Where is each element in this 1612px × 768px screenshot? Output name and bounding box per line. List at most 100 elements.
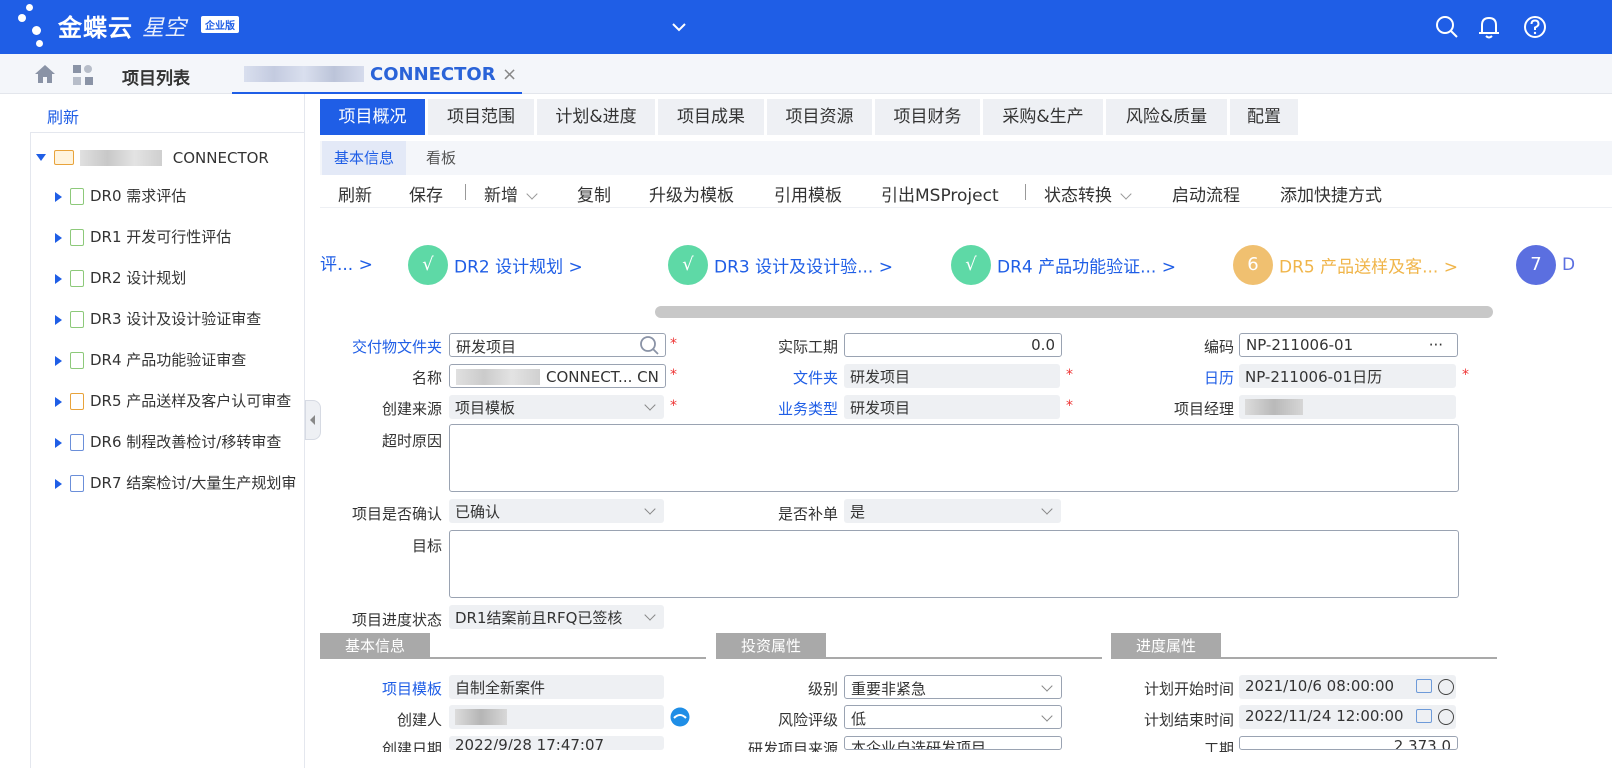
confirmed-select[interactable]: 已确认 [449,499,664,523]
file-folder-label[interactable]: 文件夹 [740,367,838,388]
refresh-button[interactable]: 刷新 [338,181,372,206]
tab-risk[interactable]: 风险&质量 [1106,99,1227,135]
caret-right-icon[interactable] [55,232,62,243]
caret-right-icon[interactable] [55,273,62,284]
tab-project-list[interactable]: 项目列表 [122,64,190,89]
tree-item-dr1[interactable]: DR1 开发可行性评估 [55,226,231,248]
template-label[interactable]: 项目模板 [340,678,442,699]
name-input[interactable]: CONNECT... CN [449,364,666,388]
status-transition-button[interactable]: 状态转换 [1044,181,1132,206]
progress-status-select[interactable]: DR1结案前且RFQ已签核 [449,605,664,629]
section-title: 投资属性 [716,633,827,657]
home-icon[interactable] [34,64,56,84]
chevron-down-icon [1041,680,1053,692]
caret-right-icon[interactable] [55,396,62,407]
risk-select[interactable]: 低 [844,705,1062,729]
sidebar-collapse-handle[interactable] [305,400,321,440]
tab-deliverables[interactable]: 项目成果 [658,99,764,135]
plan-end-field[interactable]: 2022/11/24 12:00:00 [1239,705,1456,729]
step-dr6[interactable]: 7D [1516,245,1612,285]
create-date-label: 创建日期 [340,738,442,752]
step-dr5[interactable]: 6 DR5 产品送样及客... > [1233,245,1458,285]
tab-plan[interactable]: 计划&进度 [537,99,655,135]
goal-textarea[interactable] [449,530,1459,598]
close-tab-icon[interactable]: × [502,64,517,85]
supplement-value: 是 [850,503,866,521]
tab-config[interactable]: 配置 [1230,99,1298,135]
chevron-left-icon[interactable] [306,401,320,439]
step-dr1[interactable]: 评... > [320,245,373,285]
overtime-textarea[interactable] [449,424,1459,492]
checklist-icon [70,475,84,492]
search-icon[interactable] [639,335,661,355]
tree-root-node[interactable]: CONNECTOR [36,148,269,168]
chevron-down-icon[interactable] [670,18,688,36]
tab-finance[interactable]: 项目财务 [875,99,980,135]
folder-input[interactable]: 研发项目 [449,333,666,357]
actual-period-input[interactable]: 0.0 [844,333,1062,357]
clock-icon[interactable] [1438,709,1454,725]
clock-icon[interactable] [1438,679,1454,695]
contact-icon[interactable] [669,707,691,727]
caret-right-icon[interactable] [55,191,62,202]
tree-root-label: CONNECTOR [172,148,269,167]
tree-item-dr5[interactable]: DR5 产品送样及客户认可审查 [55,390,291,412]
level-select[interactable]: 重要非紧急 [844,675,1062,699]
tree-item-dr4[interactable]: DR4 产品功能验证审查 [55,349,246,371]
steps-scrollbar[interactable] [655,306,1493,318]
save-button[interactable]: 保存 [409,181,443,206]
caret-right-icon[interactable] [55,355,62,366]
bell-icon[interactable] [1476,14,1502,40]
calendar-icon[interactable] [1416,679,1432,693]
top-bar: 金蝶云 星空 企业版 [0,0,1612,54]
upgrade-template-button[interactable]: 升级为模板 [649,181,734,206]
plan-start-field[interactable]: 2021/10/6 08:00:00 [1239,675,1456,699]
creator-field [449,705,664,729]
source-select[interactable]: 项目模板 [449,395,664,419]
start-flow-button[interactable]: 启动流程 [1172,181,1240,206]
subtab-basic-info[interactable]: 基本信息 [322,141,407,175]
tree-item-dr0[interactable]: DR0 需求评估 [55,185,186,207]
help-icon[interactable] [1522,14,1548,40]
more-icon[interactable]: ··· [1429,336,1443,354]
add-button[interactable]: 新增 [484,181,538,206]
add-shortcut-button[interactable]: 添加快捷方式 [1280,181,1382,206]
apps-icon[interactable] [72,64,94,86]
code-label: 编码 [1203,338,1234,356]
step-label: DR3 设计及设计验... > [714,257,893,278]
tab-overview[interactable]: 项目概况 [320,99,425,135]
caret-down-icon[interactable] [36,154,46,161]
tree-item-dr2[interactable]: DR2 设计规划 [55,267,186,289]
rd-source-select[interactable]: 本企业自选研发项目 [844,736,1062,750]
name-label: 名称 [411,369,442,387]
use-template-button[interactable]: 引用模板 [774,181,842,206]
calendar-icon[interactable] [1416,709,1432,723]
caret-right-icon[interactable] [55,437,62,448]
tree-item-dr7[interactable]: DR7 结案检讨/大量生产规划审 [55,472,296,494]
folder-label[interactable]: 交付物文件夹 [340,336,442,357]
search-icon[interactable] [1434,14,1460,40]
copy-button[interactable]: 复制 [577,181,611,206]
export-msproject-button[interactable]: 引出MSProject [881,181,999,206]
step-dr2[interactable]: √ DR2 设计规划 > [408,245,583,285]
tab-scope[interactable]: 项目范围 [428,99,534,135]
step-dr3[interactable]: √ DR3 设计及设计验... > [668,245,893,285]
period-input[interactable]: 2,373.0 [1239,736,1458,750]
tab-procurement[interactable]: 采购&生产 [983,99,1103,135]
calendar-label[interactable]: 日历 [1150,367,1234,388]
caret-right-icon[interactable] [55,478,62,489]
progress-status-label: 项目进度状态 [351,611,442,629]
section-basic-info: 基本信息 [320,633,706,659]
supplement-select[interactable]: 是 [844,499,1061,523]
caret-right-icon[interactable] [55,314,62,325]
subtab-board[interactable]: 看板 [414,141,468,175]
step-dr4[interactable]: √ DR4 产品功能验证... > [951,245,1176,285]
sidebar-refresh-link[interactable]: 刷新 [47,104,79,128]
tab-project-label[interactable]: CONNECTOR [370,64,496,85]
code-input[interactable]: NP-211006-01 ··· [1239,333,1458,357]
tree-item-dr6[interactable]: DR6 制程改善检讨/移转审查 [55,431,281,453]
file-folder-field: 研发项目 [844,364,1060,388]
biz-type-label[interactable]: 业务类型 [740,398,838,419]
tab-resources[interactable]: 项目资源 [767,99,872,135]
tree-item-dr3[interactable]: DR3 设计及设计验证审查 [55,308,261,330]
